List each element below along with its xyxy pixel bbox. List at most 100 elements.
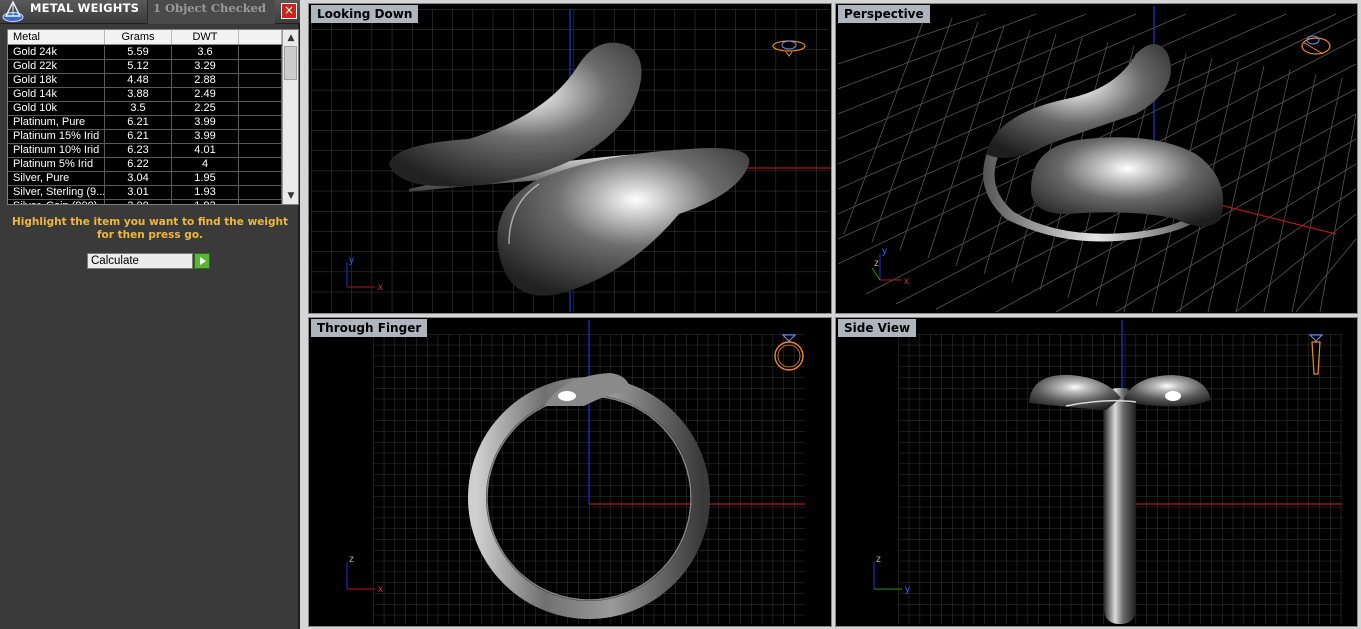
viewport-title: Through Finger	[311, 319, 428, 337]
cell-grams: 3.04	[105, 172, 172, 185]
cell-grams: 3.00	[105, 200, 172, 204]
cell-dwt: 3.99	[172, 130, 239, 143]
cell-blank	[239, 60, 282, 73]
viewport-looking-down[interactable]: y x Looking Down	[308, 3, 832, 314]
cell-metal: Platinum 15% Irid	[8, 130, 105, 143]
app-window: METAL WEIGHTS 1 Object Checked × Metal G…	[0, 0, 1361, 629]
cell-grams: 6.22	[105, 158, 172, 171]
viewport-side-view-canvas: z y	[873, 320, 1342, 624]
cell-blank	[239, 116, 282, 129]
table-header: Metal Grams DWT	[8, 30, 282, 45]
viewport-through-finger-canvas: z x	[346, 320, 805, 624]
axis-label-z: z	[876, 554, 881, 565]
cell-dwt: 3.6	[172, 46, 239, 59]
cell-metal: Silver, Coin (900)	[8, 200, 105, 204]
instructions-text: Highlight the item you want to find the …	[12, 216, 288, 241]
cell-grams: 6.23	[105, 144, 172, 157]
cell-grams: 5.12	[105, 60, 172, 73]
cell-grams: 6.21	[105, 116, 172, 129]
axis-label-x: x	[378, 282, 383, 293]
checked-status: 1 Object Checked	[147, 0, 275, 24]
cell-metal: Gold 24k	[8, 46, 105, 59]
cell-dwt: 4	[172, 158, 239, 171]
cell-grams: 3.5	[105, 102, 172, 115]
axis-label-x: x	[904, 276, 909, 287]
viewport-perspective[interactable]: y z x Perspective	[835, 3, 1358, 314]
cell-grams: 3.88	[105, 88, 172, 101]
cell-blank	[239, 74, 282, 87]
cell-metal: Gold 22k	[8, 60, 105, 73]
table-row[interactable]: Silver, Sterling (9... 3.01 1.93	[8, 186, 282, 200]
cell-blank	[239, 200, 282, 204]
table-row[interactable]: Silver, Coin (900)3.001.93	[8, 200, 282, 204]
cell-dwt: 1.93	[172, 186, 239, 199]
metal-weights-logo-icon	[2, 0, 24, 22]
calculate-dropdown[interactable]: Calculate	[87, 253, 193, 269]
viewport-title: Side View	[838, 319, 917, 337]
table-row[interactable]: Platinum 5% Irid 6.22 4	[8, 158, 282, 172]
metal-weights-panel: METAL WEIGHTS 1 Object Checked × Metal G…	[0, 0, 300, 629]
viewport-title: Looking Down	[311, 5, 419, 23]
axis-label-y: y	[882, 246, 887, 257]
table-row[interactable]: Platinum, Pure 6.21 3.99	[8, 116, 282, 130]
table-scrollbar[interactable]: ▲ ▼	[282, 30, 298, 204]
cell-blank	[239, 102, 282, 115]
cell-metal: Silver, Pure	[8, 172, 105, 185]
cell-metal: Gold 18k	[8, 74, 105, 87]
cell-metal: Gold 10k	[8, 102, 105, 115]
go-button[interactable]	[194, 253, 210, 269]
cell-blank	[239, 130, 282, 143]
axis-label-x: x	[378, 584, 383, 595]
viewport-perspective-canvas: y z x	[837, 6, 1357, 313]
panel-titlebar: METAL WEIGHTS 1 Object Checked ×	[0, 0, 300, 24]
close-button[interactable]: ×	[281, 3, 297, 19]
cell-dwt: 3.29	[172, 60, 239, 73]
axis-label-y: y	[905, 584, 910, 595]
panel-title: METAL WEIGHTS	[30, 1, 140, 15]
cell-blank	[239, 158, 282, 171]
cell-blank	[239, 144, 282, 157]
axis-label-y: y	[349, 255, 354, 266]
viewport-side-view[interactable]: z y Side View	[835, 317, 1358, 627]
cell-metal: Platinum, Pure	[8, 116, 105, 129]
table-body: Gold 24k 5.59 3.6 Gold 22k 5.12 3.29 Gold 18k 4…	[8, 46, 282, 204]
table-row[interactable]: Gold 14k 3.88 2.49	[8, 88, 282, 102]
cell-metal: Platinum 10% Irid	[8, 144, 105, 157]
cell-metal: Silver, Sterling (9...	[8, 186, 105, 199]
column-header-metal[interactable]: Metal	[8, 30, 105, 44]
cell-grams: 3.01	[105, 186, 172, 199]
table-row[interactable]: Platinum 10% Irid 6.23 4.01	[8, 144, 282, 158]
cell-grams: 6.21	[105, 130, 172, 143]
cell-blank	[239, 46, 282, 59]
column-header-blank	[239, 30, 282, 44]
metal-weights-table: Metal Grams DWT Gold 24k 5.59 3.6 Gold 22k 5…	[7, 29, 299, 205]
column-header-grams[interactable]: Grams	[105, 30, 172, 44]
cell-dwt: 3.99	[172, 116, 239, 129]
cell-metal: Gold 14k	[8, 88, 105, 101]
axis-label-z: z	[874, 258, 879, 269]
axis-label-z: z	[349, 554, 354, 565]
cell-dwt: 1.95	[172, 172, 239, 185]
table-row[interactable]: Gold 18k 4.48 2.88	[8, 74, 282, 88]
cell-grams: 5.59	[105, 46, 172, 59]
cell-dwt: 2.88	[172, 74, 239, 87]
table-row[interactable]: Silver, Pure 3.04 1.95	[8, 172, 282, 186]
scroll-up-arrow-icon[interactable]: ▲	[283, 30, 298, 46]
cell-dwt: 1.93	[172, 200, 239, 204]
table-row[interactable]: Gold 10k 3.5 2.25	[8, 102, 282, 116]
table-row[interactable]: Platinum 15% Irid 6.21 3.99	[8, 130, 282, 144]
column-header-dwt[interactable]: DWT	[172, 30, 239, 44]
cell-blank	[239, 172, 282, 185]
scroll-thumb[interactable]	[284, 46, 297, 80]
viewport-looking-down-canvas: y x	[311, 9, 831, 312]
viewport-title: Perspective	[838, 5, 930, 23]
cell-metal: Platinum 5% Irid	[8, 158, 105, 171]
table-row[interactable]: Gold 24k 5.59 3.6	[8, 46, 282, 60]
preview-ring-icon	[1301, 35, 1331, 55]
cell-grams: 4.48	[105, 74, 172, 87]
cell-dwt: 2.25	[172, 102, 239, 115]
scroll-down-arrow-icon[interactable]: ▼	[283, 188, 298, 204]
viewport-through-finger[interactable]: z x Through Finger	[308, 317, 832, 627]
table-row[interactable]: Gold 22k 5.12 3.29	[8, 60, 282, 74]
cell-blank	[239, 186, 282, 199]
